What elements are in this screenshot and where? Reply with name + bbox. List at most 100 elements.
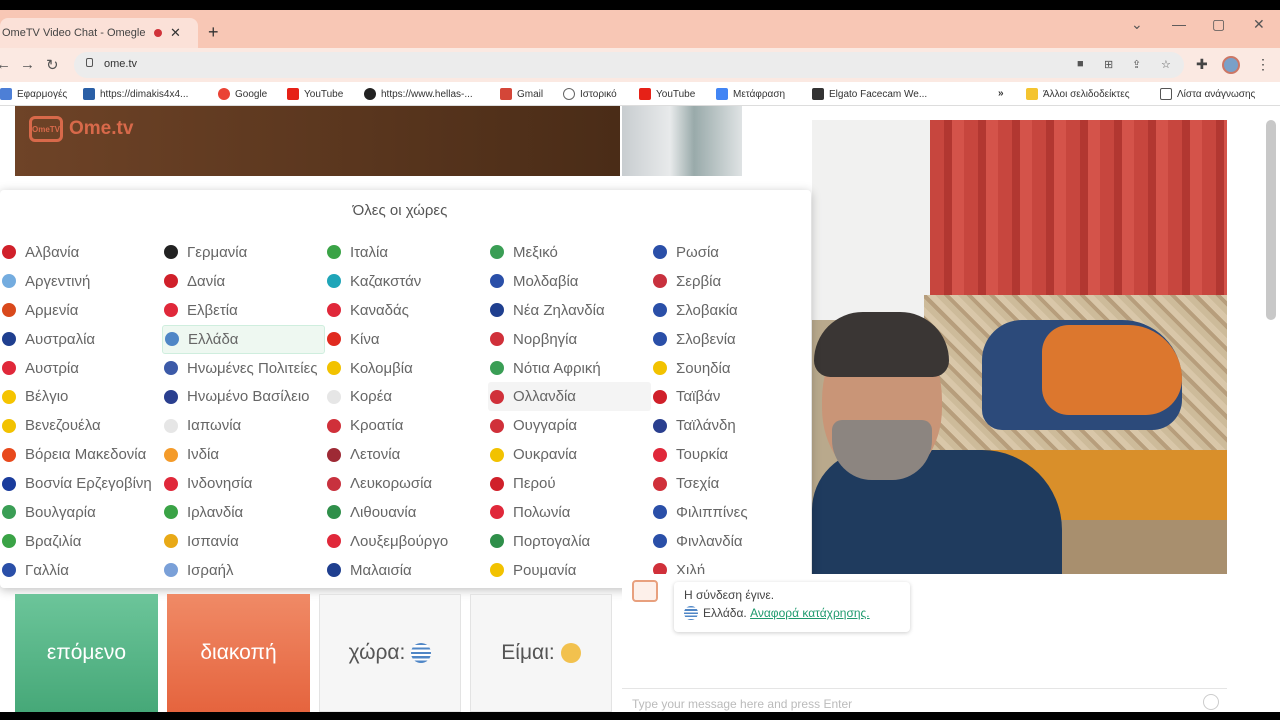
country-option[interactable]: Κίνα xyxy=(325,325,488,354)
country-option[interactable]: Νότια Αφρική xyxy=(488,354,651,383)
country-option[interactable]: Λετονία xyxy=(325,440,488,469)
country-option[interactable]: Ταϊβάν xyxy=(651,382,814,411)
country-option[interactable]: Ελβετία xyxy=(162,296,325,325)
bookmark-other-folder[interactable]: Άλλοι σελιδοδείκτες xyxy=(1026,88,1130,100)
country-option[interactable]: Βραζιλία xyxy=(0,527,163,556)
country-option[interactable]: Γαλλία xyxy=(0,556,163,585)
bookmark-gmail[interactable]: Gmail xyxy=(500,88,543,100)
tab-search-icon[interactable]: ⌄ xyxy=(1131,16,1143,33)
bookmark-google[interactable]: Google xyxy=(218,88,267,100)
country-option[interactable]: Λευκορωσία xyxy=(325,469,488,498)
country-option[interactable]: Βοσνία Ερζεγοβίνη xyxy=(0,469,163,498)
bookmark-apps[interactable]: Εφαρμογές xyxy=(0,88,67,100)
share-icon[interactable]: ⇪ xyxy=(1132,58,1141,71)
country-option[interactable]: Ηνωμένο Βασίλειο xyxy=(162,382,325,411)
country-option[interactable]: Πορτογαλία xyxy=(488,527,651,556)
country-option[interactable]: Καναδάς xyxy=(325,296,488,325)
bookmark-dimakis[interactable]: https://dimakis4x4... xyxy=(83,88,188,100)
close-tab-icon[interactable]: ✕ xyxy=(170,25,181,41)
country-option[interactable]: Βέλγιο xyxy=(0,382,163,411)
bookmark-youtube-2[interactable]: YouTube xyxy=(639,88,695,100)
country-option[interactable]: Σλοβακία xyxy=(651,296,814,325)
country-option[interactable]: Σλοβενία xyxy=(651,325,814,354)
country-option[interactable]: Νέα Ζηλανδία xyxy=(488,296,651,325)
country-option[interactable]: Κορέα xyxy=(325,382,488,411)
bookmarks-overflow-chevron[interactable]: » xyxy=(998,88,1004,99)
country-option[interactable]: Ηνωμένες Πολιτείες xyxy=(162,354,325,383)
country-option[interactable]: Αλβανία xyxy=(0,238,163,267)
country-option[interactable]: Φιλιππίνες xyxy=(651,498,814,527)
maximize-button[interactable]: ▢ xyxy=(1212,16,1225,33)
country-option[interactable]: Σουηδία xyxy=(651,354,814,383)
country-option[interactable]: Μεξικό xyxy=(488,238,651,267)
country-option[interactable]: Ταϊλάνδη xyxy=(651,411,814,440)
bookmark-elgato[interactable]: Elgato Facecam We... xyxy=(812,88,927,100)
country-option[interactable]: Αυστρία xyxy=(0,354,163,383)
report-abuse-link[interactable]: Αναφορά κατάχρησης. xyxy=(750,606,870,620)
country-option[interactable]: Αυστραλία xyxy=(0,325,163,354)
country-option[interactable]: Μαλαισία xyxy=(325,556,488,585)
country-option[interactable]: Αρμενία xyxy=(0,296,163,325)
country-option[interactable]: Ιταλία xyxy=(325,238,488,267)
country-option[interactable]: Τουρκία xyxy=(651,440,814,469)
bookmark-history[interactable]: Ιστορικό xyxy=(563,88,617,100)
country-option[interactable]: Ινδονησία xyxy=(162,469,325,498)
bookmark-hellas[interactable]: https://www.hellas-... xyxy=(364,88,473,100)
bookmark-translate[interactable]: Μετάφραση xyxy=(716,88,785,100)
country-option[interactable]: Κροατία xyxy=(325,411,488,440)
country-option[interactable]: Ισραήλ xyxy=(162,556,325,585)
country-option[interactable]: Βενεζουέλα xyxy=(0,411,163,440)
country-option[interactable]: Ουκρανία xyxy=(488,440,651,469)
country-option[interactable]: Λιθουανία xyxy=(325,498,488,527)
back-arrow-icon[interactable]: ← xyxy=(0,56,11,73)
country-option[interactable]: Νορβηγία xyxy=(488,325,651,354)
country-button[interactable]: χώρα: xyxy=(319,594,461,712)
country-option[interactable]: Ρωσία xyxy=(651,238,814,267)
minimize-button[interactable]: — xyxy=(1172,16,1186,32)
country-option[interactable]: Καζακστάν xyxy=(325,267,488,296)
country-option[interactable]: Ισπανία xyxy=(162,527,325,556)
country-option[interactable]: Ινδία xyxy=(162,440,325,469)
country-option[interactable]: Τσεχία xyxy=(651,469,814,498)
chat-input[interactable]: Type your message here and press Enter xyxy=(622,688,1227,712)
emoji-smile-icon[interactable] xyxy=(1203,694,1219,710)
country-option[interactable]: Μολδαβία xyxy=(488,267,651,296)
ometv-logo[interactable]: OmeTV Ome.tv xyxy=(29,116,133,142)
bookmark-youtube[interactable]: YouTube xyxy=(287,88,343,100)
country-option[interactable]: Ιαπωνία xyxy=(162,411,325,440)
bookmark-reading-list[interactable]: Λίστα ανάγνωσης xyxy=(1160,88,1255,100)
tab-ometv[interactable]: OmeTV Video Chat - Omegle ✕ xyxy=(0,18,198,48)
country-option[interactable]: Δανία xyxy=(162,267,325,296)
forward-arrow-icon[interactable]: → xyxy=(20,56,35,73)
camera-icon[interactable]: ■ xyxy=(1077,58,1084,70)
extensions-icon[interactable]: ✚ xyxy=(1196,56,1208,73)
country-name: Ιταλία xyxy=(350,243,389,261)
country-option[interactable]: Φινλανδία xyxy=(651,527,814,556)
country-option[interactable]: Κολομβία xyxy=(325,354,488,383)
country-option[interactable]: Σερβία xyxy=(651,267,814,296)
page-scrollbar[interactable] xyxy=(1266,120,1276,320)
menu-kebab-icon[interactable]: ⋮ xyxy=(1256,56,1270,73)
reload-icon[interactable]: ↻ xyxy=(46,56,59,74)
country-option[interactable]: Γερμανία xyxy=(162,238,325,267)
gender-label: Είμαι: xyxy=(501,641,555,664)
next-button[interactable]: επόμενο xyxy=(15,594,158,712)
country-option[interactable]: Βουλγαρία xyxy=(0,498,163,527)
country-option[interactable]: Περού xyxy=(488,469,651,498)
bookmark-star-icon[interactable]: ☆ xyxy=(1161,58,1171,71)
country-option[interactable]: Ιρλανδία xyxy=(162,498,325,527)
country-option[interactable]: Βόρεια Μακεδονία xyxy=(0,440,163,469)
new-tab-button[interactable]: + xyxy=(208,22,219,43)
country-option[interactable]: Ουγγαρία xyxy=(488,411,651,440)
stop-button[interactable]: διακοπή xyxy=(167,594,310,712)
profile-avatar[interactable] xyxy=(1222,56,1240,74)
country-option[interactable]: Ελλάδα xyxy=(162,324,325,354)
country-option[interactable]: Λουξεμβούργο xyxy=(325,527,488,556)
country-option[interactable]: Πολωνία xyxy=(488,498,651,527)
country-option[interactable]: Ολλανδία xyxy=(488,382,651,412)
address-bar[interactable]: ome.tv ■ ⊞ ⇪ ☆ xyxy=(74,52,1184,78)
translate-icon[interactable]: ⊞ xyxy=(1104,58,1113,71)
country-option[interactable]: Αργεντινή xyxy=(0,267,163,296)
gender-button[interactable]: Είμαι: xyxy=(470,594,612,712)
close-window-button[interactable]: ✕ xyxy=(1253,16,1265,33)
